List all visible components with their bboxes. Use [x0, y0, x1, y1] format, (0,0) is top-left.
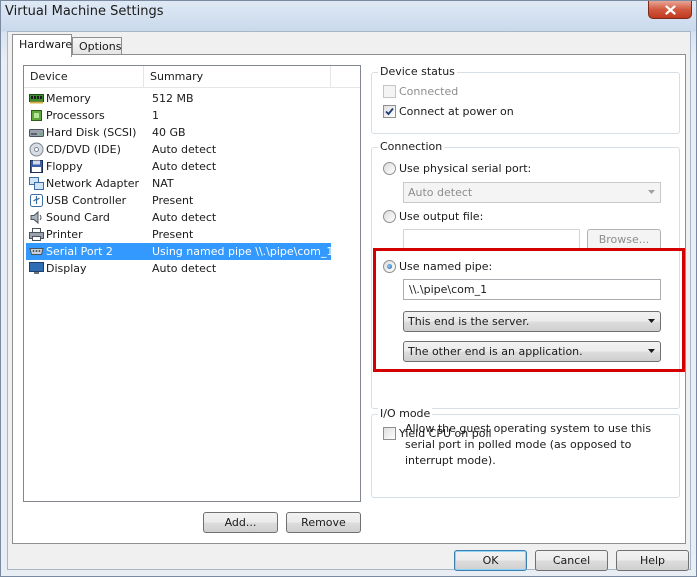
device-row-floppy[interactable]: Floppy Auto detect — [26, 158, 331, 175]
close-button[interactable] — [648, 1, 692, 19]
device-name: Serial Port 2 — [46, 245, 113, 258]
window-title: Virtual Machine Settings — [5, 4, 164, 19]
processor-icon — [31, 110, 42, 121]
column-header-summary[interactable]: Summary — [144, 66, 329, 88]
device-name: USB Controller — [46, 194, 127, 207]
device-name: Display — [46, 262, 87, 275]
device-list[interactable]: Device Summary Memory 512 MB Processors … — [23, 65, 361, 502]
device-row-display[interactable]: Display Auto detect — [26, 260, 331, 277]
physical-serial-port-radio[interactable] — [383, 162, 396, 175]
device-summary: Present — [152, 194, 194, 207]
output-file-radio[interactable] — [383, 210, 396, 223]
device-row-hard-disk[interactable]: Hard Disk (SCSI) 40 GB — [26, 124, 331, 141]
cancel-button[interactable]: Cancel — [535, 550, 608, 571]
device-name: Sound Card — [46, 211, 110, 224]
device-row-memory[interactable]: Memory 512 MB — [26, 90, 331, 107]
device-list-header: Device Summary — [24, 66, 360, 88]
device-summary: Auto detect — [152, 143, 217, 156]
network-adapter-icon — [29, 177, 44, 190]
device-summary: 40 GB — [152, 126, 186, 139]
memory-icon — [29, 94, 44, 104]
settings-window: Virtual Machine Settings Hardware Option… — [0, 0, 697, 577]
highlight-box — [373, 248, 685, 372]
physical-port-value: Auto detect — [408, 186, 473, 199]
device-name: Printer — [46, 228, 83, 241]
close-icon — [664, 4, 676, 15]
device-row-processors[interactable]: Processors 1 — [26, 107, 331, 124]
connection-title: Connection — [378, 140, 445, 154]
device-row-usb-controller[interactable]: USB Controller Present — [26, 192, 331, 209]
physical-serial-port-label: Use physical serial port: — [399, 162, 532, 175]
output-file-input[interactable] — [403, 229, 580, 250]
cd-dvd-icon — [29, 142, 44, 157]
column-separator[interactable] — [330, 66, 331, 88]
yield-cpu-checkbox[interactable] — [383, 427, 396, 440]
device-summary: Using named pipe \\.\pipe\com_1 — [152, 245, 334, 258]
io-mode-title: I/O mode — [378, 407, 433, 421]
device-name: Memory — [46, 92, 91, 105]
add-device-button[interactable]: Add... — [203, 512, 278, 533]
device-name: Processors — [46, 109, 105, 122]
device-summary: NAT — [152, 177, 174, 190]
device-row-sound-card[interactable]: Sound Card Auto detect — [26, 209, 331, 226]
device-row-network-adapter[interactable]: Network Adapter NAT — [26, 175, 331, 192]
connected-label: Connected — [399, 85, 459, 98]
device-status-title: Device status — [378, 65, 457, 79]
device-name: Floppy — [46, 160, 83, 173]
connect-at-power-on-checkbox[interactable] — [383, 105, 396, 118]
io-mode-description: Allow the guest operating system to use … — [405, 422, 652, 467]
help-button[interactable]: Help — [616, 550, 689, 571]
device-name: CD/DVD (IDE) — [46, 143, 121, 156]
printer-icon — [29, 228, 44, 241]
checkmark-icon — [385, 107, 394, 116]
column-header-device[interactable]: Device — [24, 66, 144, 88]
device-name: Network Adapter — [46, 177, 140, 190]
device-row-serial-port-2[interactable]: Serial Port 2 Using named pipe \\.\pipe\… — [26, 243, 334, 260]
floppy-icon — [30, 160, 43, 173]
display-icon — [29, 262, 44, 274]
device-summary: Auto detect — [152, 262, 217, 275]
remove-device-button[interactable]: Remove — [286, 512, 361, 533]
title-bar[interactable]: Virtual Machine Settings — [1, 1, 696, 29]
ok-button[interactable]: OK — [454, 550, 527, 571]
usb-icon — [30, 194, 43, 207]
output-file-label: Use output file: — [399, 210, 484, 223]
device-summary: Auto detect — [152, 160, 217, 173]
physical-port-select[interactable]: Auto detect — [403, 182, 661, 203]
device-summary: Present — [152, 228, 194, 241]
device-summary: Auto detect — [152, 211, 217, 224]
device-row-printer[interactable]: Printer Present — [26, 226, 331, 243]
device-summary: 1 — [152, 109, 159, 122]
device-name: Hard Disk (SCSI) — [46, 126, 137, 139]
hard-disk-icon — [29, 129, 44, 137]
chevron-down-icon — [648, 190, 655, 194]
device-status-group: Device status Connected Connect at power… — [371, 65, 680, 134]
browse-button[interactable]: Browse... — [587, 229, 661, 250]
device-summary: 512 MB — [152, 92, 194, 105]
serial-port-icon — [29, 248, 44, 255]
connected-checkbox[interactable] — [383, 85, 396, 98]
connect-at-power-on-label: Connect at power on — [399, 105, 514, 118]
device-row-cd-dvd[interactable]: CD/DVD (IDE) Auto detect — [26, 141, 331, 158]
dialog-body: Hardware Options Device Summary Memory 5… — [7, 31, 691, 571]
sound-card-icon — [30, 210, 42, 225]
tab-hardware[interactable]: Hardware — [12, 34, 72, 57]
